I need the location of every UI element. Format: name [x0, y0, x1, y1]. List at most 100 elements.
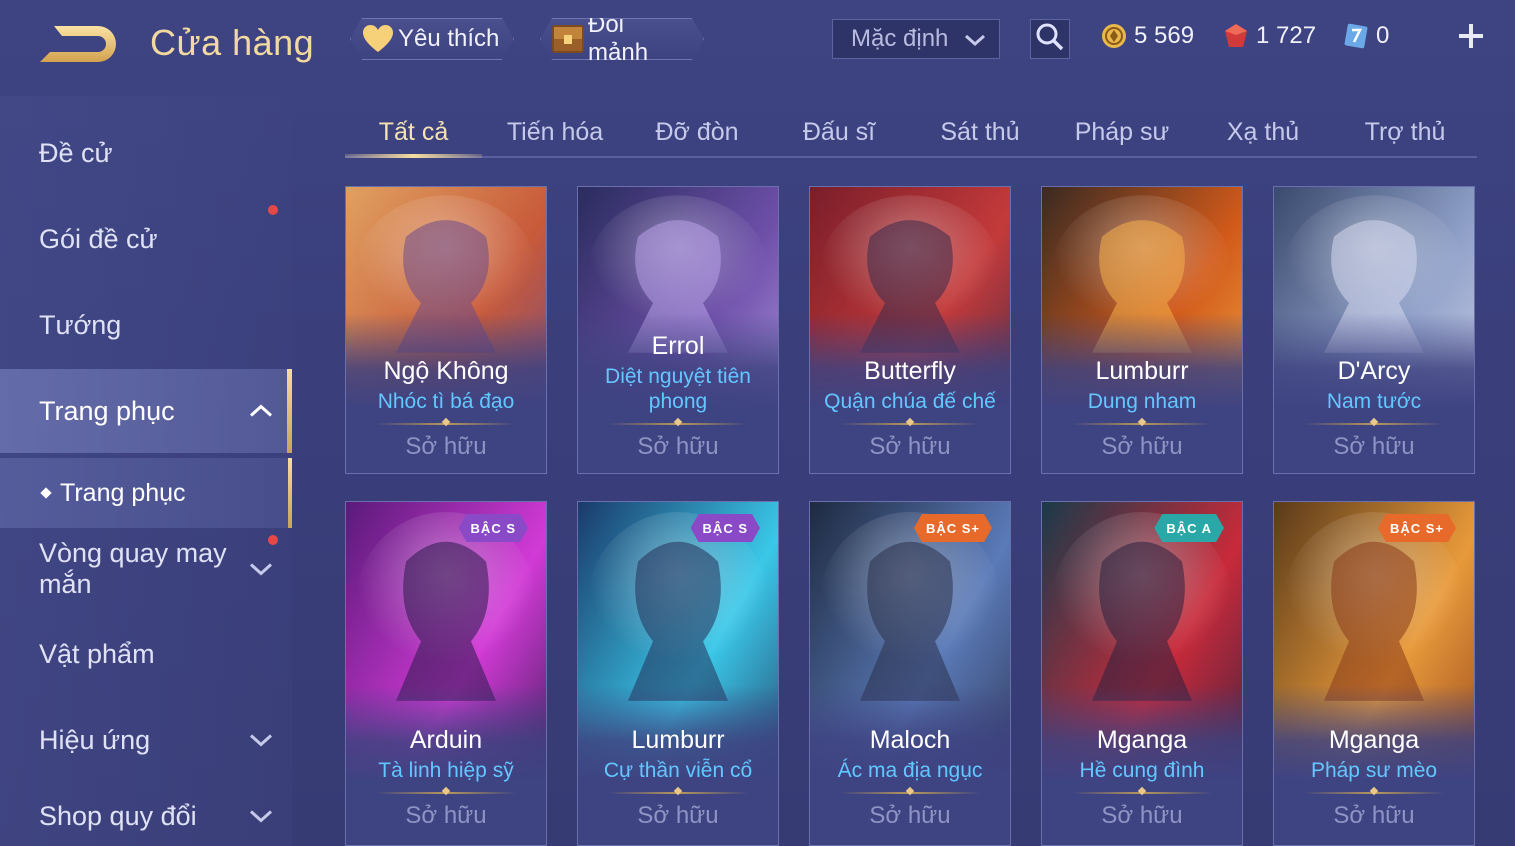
ownership-status: Sở hữu	[869, 802, 951, 829]
sidebar-item-label: Trang phục	[39, 395, 175, 426]
skin-name: Pháp sư mèo	[1310, 759, 1438, 782]
hero-name: Arduin	[409, 726, 483, 754]
tab-label: Tất cả	[378, 117, 449, 146]
ownership-status: Sở hữu	[637, 433, 719, 460]
card-divider	[840, 423, 980, 425]
tier-badge: BẬC S+	[914, 514, 992, 542]
notification-dot	[268, 205, 278, 215]
chest-icon	[550, 21, 586, 57]
sidebar-subitem-label: Trang phục	[60, 478, 186, 507]
chevron-up-icon	[248, 396, 274, 427]
tab-all[interactable]: Tất cả	[345, 108, 482, 158]
sidebar-item-featured-packs[interactable]: Gói đề cử	[0, 199, 292, 279]
tab-mage[interactable]: Pháp sư	[1052, 108, 1192, 156]
sidebar-subitem-skins[interactable]: Trang phục	[0, 458, 292, 528]
skin-name: Dung nham	[1087, 390, 1197, 413]
sidebar-item-label: Vòng quay may mắn	[39, 538, 227, 599]
ownership-status: Sở hữu	[869, 433, 951, 460]
skin-card[interactable]: BẬC S+ Mganga Pháp sư mèo Sở hữu	[1273, 501, 1475, 846]
tab-label: Tiến hóa	[506, 117, 604, 146]
hero-name: Mganga	[1096, 726, 1188, 754]
sidebar-item-effects[interactable]: Hiệu ứng	[0, 700, 292, 780]
chevron-down-icon	[248, 725, 274, 756]
tab-label: Pháp sư	[1074, 117, 1170, 146]
ownership-status: Sở hữu	[1333, 433, 1415, 460]
diamond-bullet-icon	[40, 487, 52, 499]
hero-name: Errol	[651, 332, 705, 360]
tab-assassin[interactable]: Sát thủ	[910, 108, 1050, 156]
sort-dropdown[interactable]: Mặc định	[832, 19, 1000, 59]
hero-name: Lumburr	[631, 726, 725, 754]
skin-card[interactable]: Errol Diệt nguyệt tiên phong Sở hữu	[577, 186, 779, 474]
chevron-down-icon	[963, 29, 987, 58]
tab-tank[interactable]: Đỡ đòn	[627, 108, 767, 156]
top-bar: Cửa hàng Yêu thích Đổi mảnh Mặc định 5 5…	[0, 0, 1515, 90]
favorites-label: Yêu thích	[398, 25, 500, 52]
back-arrow-icon[interactable]	[36, 22, 120, 66]
sidebar-item-label: Gói đề cử	[39, 223, 158, 254]
hero-name: Mganga	[1328, 726, 1420, 754]
ownership-status: Sở hữu	[405, 802, 487, 829]
heart-icon	[360, 21, 396, 57]
shard-exchange-label: Đổi mảnh	[588, 11, 649, 66]
gold-balance: 5 569	[1100, 20, 1194, 52]
gold-amount: 5 569	[1134, 22, 1195, 49]
skin-card[interactable]: D'Arcy Nam tước Sở hữu	[1273, 186, 1475, 474]
skin-card[interactable]: BẬC S Lumburr Cự thần viễn cổ Sở hữu	[577, 501, 779, 846]
sidebar-item-lucky-spin[interactable]: Vòng quay may mắn	[0, 530, 292, 608]
sidebar-item-skins[interactable]: Trang phục	[0, 369, 292, 453]
sort-value: Mặc định	[851, 25, 949, 52]
tab-label: Đỡ đòn	[655, 117, 739, 146]
card-divider	[608, 423, 748, 425]
notification-dot	[268, 535, 278, 545]
skin-card[interactable]: BẬC S+ Maloch Ác ma địa ngục Sở hữu	[809, 501, 1011, 846]
tab-fighter[interactable]: Đấu sĩ	[769, 108, 909, 156]
sidebar-item-featured[interactable]: Đề cử	[0, 113, 292, 193]
card-divider	[840, 792, 980, 794]
skin-name: Quận chúa đế chế	[824, 390, 996, 413]
favorites-button[interactable]: Yêu thích	[350, 18, 514, 60]
sidebar-item-items[interactable]: Vật phẩm	[0, 614, 292, 694]
chevron-down-icon	[248, 801, 274, 832]
ruby-icon	[1222, 22, 1250, 50]
skin-card[interactable]: BẬC A Mganga Hề cung đình Sở hữu	[1041, 501, 1243, 846]
skin-card[interactable]: Ngộ Không Nhóc tì bá đạo Sở hữu	[345, 186, 547, 474]
voucher-amount: 0	[1376, 22, 1390, 49]
tab-evolution[interactable]: Tiến hóa	[485, 108, 625, 156]
hero-name: Maloch	[869, 726, 951, 754]
ownership-status: Sở hữu	[405, 433, 487, 460]
plus-icon[interactable]	[1455, 20, 1487, 52]
skin-name: Nhóc tì bá đạo	[377, 390, 515, 413]
card-divider	[376, 792, 516, 794]
skin-card[interactable]: Lumburr Dung nham Sở hữu	[1041, 186, 1243, 474]
tier-badge: BẬC A	[1154, 514, 1224, 542]
hero-name: Lumburr	[1095, 357, 1189, 385]
sidebar-item-exchange-shop[interactable]: Shop quy đổi	[0, 786, 292, 846]
search-icon	[1035, 22, 1065, 57]
gold-coin-icon	[1100, 22, 1128, 50]
ownership-status: Sở hữu	[1333, 802, 1415, 829]
page-title: Cửa hàng	[150, 22, 315, 63]
sidebar-item-heroes[interactable]: Tướng	[0, 285, 292, 365]
skin-name: Cự thần viễn cổ	[603, 759, 753, 782]
tab-label: Xạ thủ	[1226, 117, 1300, 146]
card-divider	[376, 423, 516, 425]
shard-exchange-button[interactable]: Đổi mảnh	[540, 18, 704, 60]
card-divider	[608, 792, 748, 794]
tab-label: Sát thủ	[940, 117, 1020, 146]
search-button[interactable]	[1030, 19, 1070, 59]
card-divider	[1072, 792, 1212, 794]
skin-card[interactable]: BẬC S Arduin Tà linh hiệp sỹ Sở hữu	[345, 501, 547, 846]
tab-support[interactable]: Trợ thủ	[1335, 108, 1475, 156]
tab-marksman[interactable]: Xạ thủ	[1193, 108, 1333, 156]
tier-badge: BẬC S	[691, 514, 760, 542]
tier-badge: BẬC S	[459, 514, 528, 542]
skin-name: Tà linh hiệp sỹ	[378, 759, 514, 782]
ownership-status: Sở hữu	[1101, 802, 1183, 829]
skin-card[interactable]: Butterfly Quận chúa đế chế Sở hữu	[809, 186, 1011, 474]
sidebar-item-label: Hiệu ứng	[39, 724, 151, 755]
chevron-down-icon	[248, 554, 274, 585]
tier-badge: BẬC S+	[1378, 514, 1456, 542]
ruby-amount: 1 727	[1256, 22, 1317, 49]
tab-label: Đấu sĩ	[802, 117, 876, 146]
